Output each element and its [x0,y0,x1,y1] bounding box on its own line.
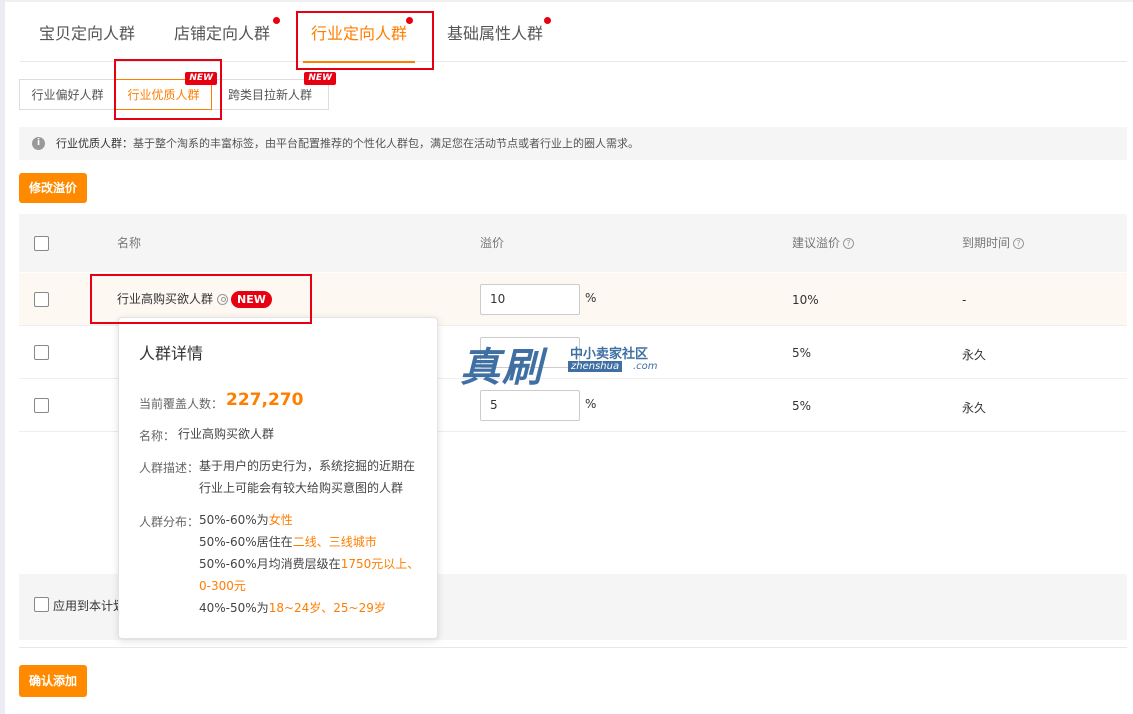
premium-input[interactable]: 5 [480,390,580,421]
premium-input[interactable]: 10 [480,284,580,315]
name-value: 行业高购买欲人群 [178,427,275,441]
desc-line: 基于用户的历史行为，系统挖掘的近期在 [199,459,416,473]
apply-to-plan-label: 应用到本计划 [53,599,126,613]
crowd-name-cell[interactable]: 行业高购买欲人群 NEW [117,290,272,308]
subtab-industry-preference[interactable]: 行业偏好人群 [19,79,116,110]
apply-to-plan-checkbox[interactable] [34,597,49,612]
distribution-line: 50%-60%月均消费层级在1750元以上、 [199,557,420,571]
main-tab-bar: 宝贝定向人群 店铺定向人群 行业定向人群 基础属性人群 [20,6,1127,63]
row-checkbox[interactable] [34,345,49,360]
select-all-checkbox[interactable] [34,236,49,251]
distribution-label: 人群分布： [139,515,200,529]
header-expiry: 到期时间? [962,214,1025,272]
table-header: 名称 溢价 建议溢价? 到期时间? [19,214,1127,272]
info-icon: i [32,137,45,150]
suggested-premium: 10% [792,293,819,307]
tab-basic-attribute-crowd[interactable]: 基础属性人群 [447,6,552,62]
percent-unit: % [585,291,597,305]
distribution-line: 0-300元 [199,579,246,593]
distribution-line: 40%-50%为18~24岁、25~29岁 [199,601,386,615]
coverage-value: 227,270 [226,390,304,410]
info-title: 行业优质人群： [56,137,133,150]
subtab-cross-category[interactable]: 跨类目拉新人群 NEW [211,72,336,110]
new-badge: NEW [231,291,272,308]
header-name: 名称 [117,236,142,250]
subtab-industry-quality[interactable]: 行业优质人群 NEW [115,72,217,110]
user-icon[interactable] [217,294,229,305]
tab-shop-crowd[interactable]: 店铺定向人群 [174,6,281,62]
info-bar: i 行业优质人群：基于整个淘系的丰富标签，由平台配置推荐的个性化人群包，满足您在… [19,127,1127,160]
crowd-detail-popover: 人群详情 当前覆盖人数： 227,270 名称： 行业高购买欲人群 人群描述： … [118,317,438,639]
suggested-premium: 5% [792,346,812,360]
desc-label: 人群描述： [139,461,200,475]
info-text: 基于整个淘系的丰富标签，由平台配置推荐的个性化人群包，满足您在活动节点或者行业上… [133,137,639,150]
footer-divider [19,647,1127,648]
distribution-line: 50%-60%居住在二线、三线城市 [199,535,377,549]
header-premium: 溢价 [480,236,505,250]
confirm-add-button[interactable]: 确认添加 [19,665,87,697]
top-divider [5,0,1133,2]
tab-industry-crowd[interactable]: 行业定向人群 [303,6,416,63]
premium-input[interactable] [480,337,580,368]
left-edge-bar [0,0,5,714]
expiry-time: 永久 [962,401,987,415]
coverage-label: 当前覆盖人数： [139,397,224,411]
row-checkbox[interactable] [34,398,49,413]
notification-dot [544,17,552,24]
expiry-time: - [962,293,967,307]
percent-unit: % [585,397,597,411]
notification-dot [406,17,414,24]
popover-title: 人群详情 [139,344,204,363]
notification-dot [273,17,281,24]
expiry-time: 永久 [962,348,987,362]
active-tab-underline [303,61,416,63]
modify-premium-button[interactable]: 修改溢价 [19,173,87,203]
suggested-premium: 5% [792,399,812,413]
name-label: 名称： [139,429,176,443]
tab-item-crowd[interactable]: 宝贝定向人群 [39,6,135,62]
new-tag: NEW [185,72,217,85]
header-suggested: 建议溢价? [792,214,855,272]
row-checkbox[interactable] [34,292,49,307]
new-tag: NEW [304,72,336,85]
desc-line: 行业上可能会有较大给购买意图的人群 [199,481,404,495]
distribution-line: 50%-60%为女性 [199,513,293,527]
help-icon[interactable]: ? [843,238,855,249]
help-icon[interactable]: ? [1013,238,1025,249]
